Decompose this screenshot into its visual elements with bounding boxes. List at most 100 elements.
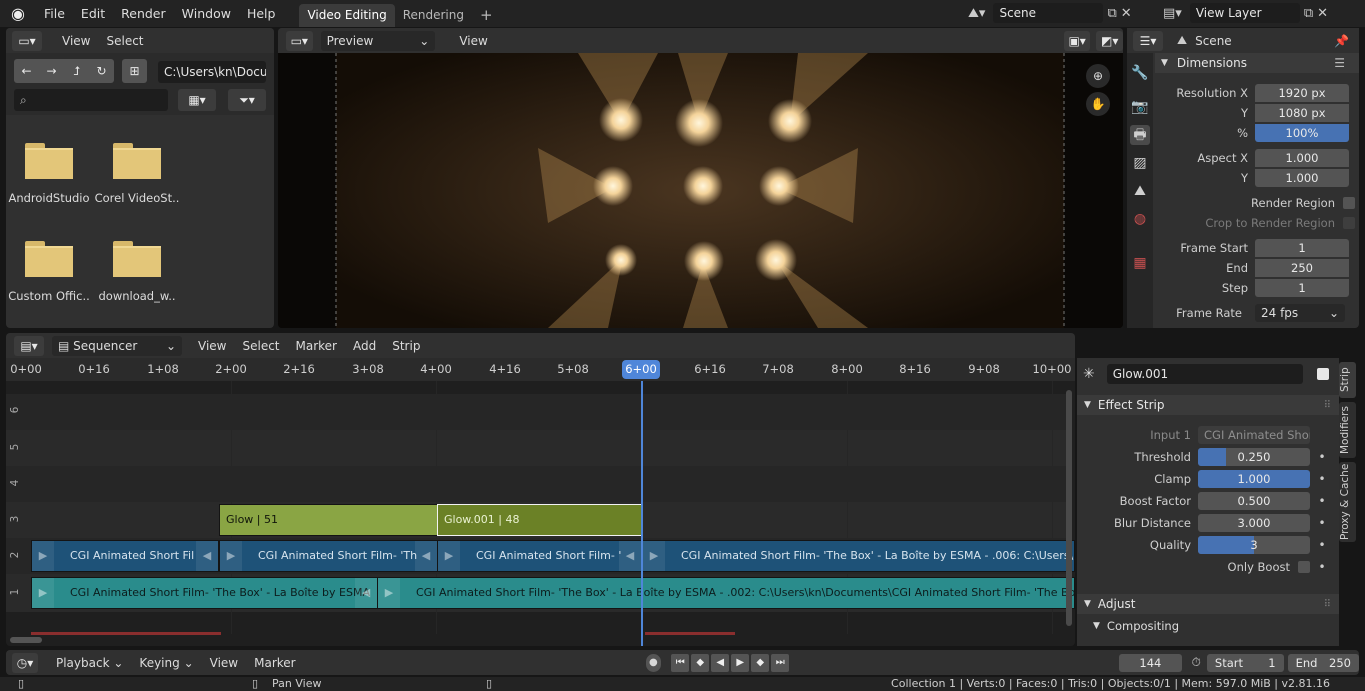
- tool-icon[interactable]: 🔧: [1130, 63, 1150, 83]
- folder-item[interactable]: download_w..: [94, 241, 180, 303]
- blur-field[interactable]: 3.000: [1198, 514, 1310, 532]
- folder-item[interactable]: AndroidStudio: [6, 143, 92, 205]
- view-layer-icon[interactable]: ▤▾: [1163, 6, 1182, 21]
- horizontal-scrollbar[interactable]: [10, 637, 42, 643]
- world-icon[interactable]: ◍: [1130, 209, 1150, 229]
- add-workspace-button[interactable]: +: [472, 4, 501, 27]
- display-mode-icon[interactable]: ▦▾: [178, 89, 216, 111]
- menu-select[interactable]: Select: [98, 29, 151, 53]
- only-boost-checkbox[interactable]: [1298, 561, 1310, 573]
- menu-file[interactable]: File: [36, 0, 73, 27]
- menu-select[interactable]: Select: [234, 334, 287, 358]
- playback-menu[interactable]: Playback ⌄: [48, 651, 131, 675]
- menu-view[interactable]: View: [202, 651, 246, 675]
- texture-icon[interactable]: ▦: [1130, 253, 1150, 273]
- jump-start-icon[interactable]: ⏮: [671, 653, 690, 672]
- strip-handle-left[interactable]: ▶: [643, 541, 665, 571]
- strip-enable-checkbox[interactable]: [1316, 368, 1329, 380]
- glow-strip[interactable]: Glow | 51: [219, 504, 438, 536]
- pin-icon[interactable]: 📌: [1334, 34, 1349, 48]
- scene-icon[interactable]: ⛰: [1130, 181, 1150, 201]
- search-input[interactable]: ⌕: [14, 89, 168, 111]
- view-layer-field[interactable]: View Layer: [1189, 3, 1300, 23]
- view-mode-dropdown[interactable]: Preview ⌄: [320, 30, 436, 51]
- parent-directory-icon[interactable]: ⮥: [64, 59, 89, 83]
- menu-edit[interactable]: Edit: [73, 0, 113, 27]
- overlay-icon[interactable]: ▣▾: [1063, 30, 1091, 51]
- tab-rendering[interactable]: Rendering: [395, 4, 472, 27]
- animate-dot-icon[interactable]: •: [1315, 494, 1329, 508]
- scene-icon[interactable]: ⛰▾: [968, 6, 985, 21]
- drag-handle-icon[interactable]: ⠿: [1324, 400, 1331, 411]
- movie-strip[interactable]: ▶ CGI Animated Short Film- 'The Box' - L…: [377, 577, 1075, 609]
- compositing-subsection[interactable]: ▼ Compositing: [1093, 619, 1179, 633]
- vertical-scrollbar[interactable]: [1066, 390, 1072, 626]
- gizmo-icon[interactable]: ◩▾: [1096, 30, 1123, 51]
- scene-name-field[interactable]: Scene: [993, 3, 1104, 23]
- menu-view[interactable]: View: [451, 29, 495, 53]
- movie-strip[interactable]: ▶ CGI Animated Short Film- 'Th ◀: [219, 540, 438, 572]
- drag-handle-icon[interactable]: ⠿: [1324, 599, 1331, 610]
- menu-strip[interactable]: Strip: [384, 334, 428, 358]
- play-reverse-icon[interactable]: ◀: [711, 653, 730, 672]
- editor-type-icon[interactable]: ◷▾: [12, 652, 38, 673]
- animate-dot-icon[interactable]: •: [1315, 472, 1329, 486]
- back-arrow-icon[interactable]: ←: [14, 59, 39, 83]
- playhead-frame-indicator[interactable]: 6+00: [622, 360, 660, 379]
- folder-item[interactable]: Corel VideoSt..: [94, 143, 180, 205]
- editor-type-icon[interactable]: ▭▾: [12, 30, 42, 51]
- threshold-slider[interactable]: 0.250: [1198, 448, 1310, 466]
- menu-marker[interactable]: Marker: [288, 334, 345, 358]
- output-icon[interactable]: 🖶: [1130, 125, 1150, 145]
- quality-slider[interactable]: 3: [1198, 536, 1310, 554]
- strip-handle-right[interactable]: ◀: [355, 578, 377, 608]
- tab-video-editing[interactable]: Video Editing: [299, 4, 395, 27]
- delete-view-layer-icon[interactable]: ✕: [1317, 6, 1328, 21]
- aspect-y-field[interactable]: 1.000: [1255, 169, 1349, 187]
- refresh-icon[interactable]: ↻: [89, 59, 114, 83]
- strip-handle-left[interactable]: ▶: [438, 541, 460, 571]
- crop-region-checkbox[interactable]: [1343, 217, 1355, 229]
- frame-start-field[interactable]: 1: [1255, 239, 1349, 257]
- editor-type-icon[interactable]: ☰▾: [1133, 30, 1163, 51]
- animate-dot-icon[interactable]: •: [1315, 516, 1329, 530]
- stopwatch-icon[interactable]: ⏱: [1192, 655, 1201, 670]
- play-icon[interactable]: ▶: [731, 653, 750, 672]
- record-button[interactable]: ●: [645, 653, 662, 672]
- clamp-slider[interactable]: 1.000: [1198, 470, 1310, 488]
- editor-type-icon[interactable]: ▭▾: [286, 30, 313, 51]
- new-scene-icon[interactable]: ⧉: [1107, 6, 1116, 21]
- filter-icon[interactable]: ⏷▾: [228, 89, 266, 111]
- animate-dot-icon[interactable]: •: [1315, 560, 1329, 574]
- sequencer-type-dropdown[interactable]: ▤ Sequencer ⌄: [52, 335, 182, 356]
- end-frame-field[interactable]: End 250: [1287, 653, 1359, 672]
- res-y-field[interactable]: 1080 px: [1255, 104, 1349, 122]
- adjust-section-header[interactable]: ▼ Adjust ⠿: [1077, 594, 1339, 614]
- jump-end-icon[interactable]: ⏭: [771, 653, 790, 672]
- path-field[interactable]: C:\Users\kn\Docu..: [158, 61, 266, 83]
- folder-item[interactable]: Custom Offic..: [6, 241, 92, 303]
- menu-view[interactable]: View: [190, 334, 234, 358]
- dimensions-section-header[interactable]: ▼ Dimensions ☰: [1155, 53, 1359, 73]
- strip-handle-right[interactable]: ◀: [415, 541, 437, 571]
- menu-view[interactable]: View: [54, 29, 98, 53]
- movie-strip[interactable]: ▶ CGI Animated Short Fil ◀: [31, 540, 219, 572]
- prev-keyframe-icon[interactable]: ◆: [691, 653, 710, 672]
- forward-arrow-icon[interactable]: →: [39, 59, 64, 83]
- animate-dot-icon[interactable]: •: [1315, 538, 1329, 552]
- animate-dot-icon[interactable]: •: [1315, 450, 1329, 464]
- strip-handle-right[interactable]: ◀: [619, 541, 641, 571]
- view-layer-icon[interactable]: ▨: [1130, 153, 1150, 173]
- menu-help[interactable]: Help: [239, 0, 284, 27]
- tab-strip[interactable]: Strip: [1339, 362, 1356, 398]
- boost-field[interactable]: 0.500: [1198, 492, 1310, 510]
- frame-rate-dropdown[interactable]: 24 fps ⌄: [1255, 304, 1345, 322]
- res-x-field[interactable]: 1920 px: [1255, 84, 1349, 102]
- frame-end-field[interactable]: 250: [1255, 259, 1349, 277]
- tab-modifiers[interactable]: Modifiers: [1339, 402, 1356, 458]
- preview-image[interactable]: [278, 53, 1123, 328]
- start-frame-field[interactable]: Start 1: [1206, 653, 1284, 672]
- movie-strip[interactable]: ▶ CGI Animated Short Film- ' ◀: [437, 540, 642, 572]
- glow001-strip[interactable]: Glow.001 | 48: [437, 504, 642, 536]
- strip-name-field[interactable]: Glow.001: [1106, 364, 1303, 384]
